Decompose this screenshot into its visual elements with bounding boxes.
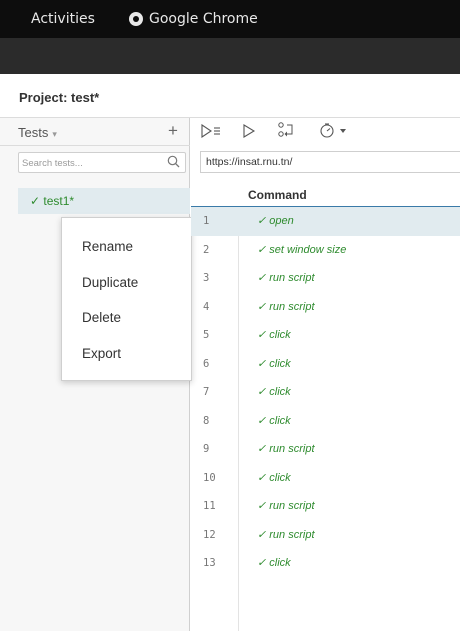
table-row[interactable]: 13 ✓ click [191, 549, 460, 578]
line-number: 5 [203, 329, 210, 341]
command-column-header: Command [248, 188, 307, 202]
command-cell: ✓ click [257, 557, 291, 569]
add-test-button[interactable]: + [168, 121, 178, 141]
run-all-icon[interactable] [201, 124, 221, 138]
table-row[interactable]: 3 ✓ run script [191, 264, 460, 293]
base-url-bar [200, 151, 460, 173]
chevron-down-icon: ▾ [52, 129, 57, 139]
test-item-label: ✓ test1* [30, 194, 75, 208]
browser-frame-bar [0, 38, 460, 74]
command-cell: ✓ click [257, 386, 291, 398]
tests-dropdown[interactable]: Tests ▾ [18, 125, 57, 140]
delete-menu-item[interactable]: Delete [82, 310, 121, 325]
line-number: 2 [203, 243, 210, 256]
project-header: Project: test* [0, 74, 460, 118]
app-menu[interactable]: Google Chrome [129, 11, 258, 27]
test-list-item[interactable]: ✓ test1* [18, 188, 190, 214]
line-number: 12 [203, 528, 216, 541]
table-row[interactable]: 4 ✓ run script [191, 293, 460, 322]
run-toolbar [191, 118, 460, 144]
rename-menu-item[interactable]: Rename [82, 239, 133, 254]
table-row[interactable]: 2 ✓ set window size [191, 236, 460, 265]
line-number: 9 [203, 443, 210, 455]
command-cell: ✓ click [257, 471, 291, 484]
search-tests-box [18, 152, 186, 173]
line-number: 1 [203, 215, 210, 227]
table-row[interactable]: 10 ✓ click [191, 464, 460, 493]
search-tests-input[interactable] [19, 154, 159, 173]
table-header: Command [191, 181, 460, 207]
line-number: 13 [203, 557, 216, 569]
project-title[interactable]: Project: test* [19, 90, 99, 105]
project-name: test* [71, 90, 100, 105]
context-menu: Rename Duplicate Delete Export [61, 217, 192, 381]
command-cell: ✓ run script [257, 300, 315, 313]
command-cell: ✓ run script [257, 272, 315, 284]
command-cell: ✓ set window size [257, 243, 347, 256]
table-row[interactable]: 12 ✓ run script [191, 521, 460, 550]
system-top-bar: Activities Google Chrome [0, 0, 460, 38]
tests-header: Tests ▾ + [0, 118, 190, 146]
search-icon[interactable] [167, 155, 180, 168]
step-icon[interactable] [277, 122, 295, 139]
table-row[interactable]: 5 ✓ click [191, 321, 460, 350]
base-url-input[interactable] [201, 152, 451, 172]
project-label: Project: [19, 90, 68, 105]
command-cell: ✓ click [257, 414, 291, 427]
run-icon[interactable] [243, 124, 257, 138]
table-row[interactable]: 11 ✓ run script [191, 492, 460, 521]
activities-button[interactable]: Activities [31, 11, 95, 27]
app-name: Google Chrome [149, 11, 258, 27]
export-menu-item[interactable]: Export [82, 346, 121, 361]
command-cell: ✓ click [257, 357, 291, 370]
speed-icon[interactable] [320, 122, 348, 139]
line-number: 8 [203, 414, 210, 427]
chrome-icon [129, 12, 143, 26]
table-row[interactable]: 8 ✓ click [191, 407, 460, 436]
line-number: 7 [203, 386, 210, 398]
command-cell: ✓ click [257, 329, 291, 341]
command-table: Command 1 ✓ open 2 ✓ set window size 3 ✓ run … [191, 181, 460, 631]
tests-title: Tests [18, 125, 49, 140]
line-number: 3 [203, 272, 210, 284]
table-row[interactable]: 9 ✓ run script [191, 435, 460, 464]
table-row[interactable]: 7 ✓ click [191, 378, 460, 407]
table-row[interactable]: 1 ✓ open [191, 207, 460, 236]
table-row[interactable]: 6 ✓ click [191, 350, 460, 379]
command-cell: ✓ run script [257, 500, 315, 512]
command-cell: ✓ run script [257, 443, 315, 455]
duplicate-menu-item[interactable]: Duplicate [82, 275, 138, 290]
line-number: 11 [203, 500, 216, 512]
line-number: 6 [203, 357, 210, 370]
command-cell: ✓ run script [257, 528, 315, 541]
line-number: 10 [203, 471, 216, 484]
line-number: 4 [203, 300, 210, 313]
command-cell: ✓ open [257, 215, 294, 227]
